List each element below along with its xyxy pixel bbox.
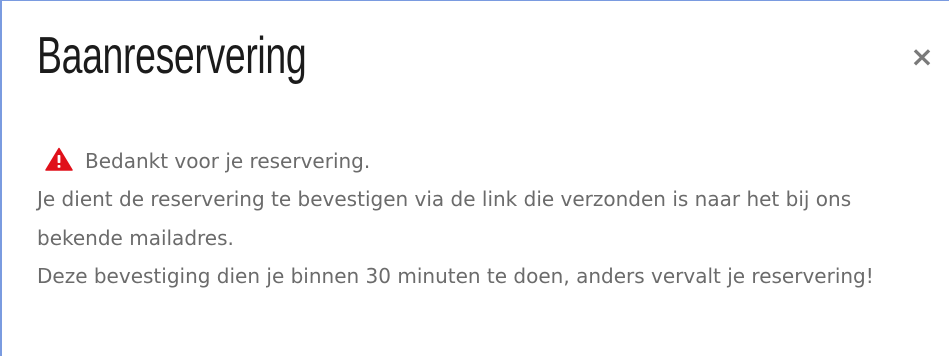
message-thanks-text: Bedankt voor je reservering. [85, 149, 371, 173]
warning-triangle-icon [45, 147, 73, 171]
dialog-message: Bedankt voor je reservering. Je dient de… [37, 142, 937, 296]
reservation-dialog: Baanreservering × Bedankt voor je reserv… [0, 0, 949, 356]
dialog-title: Baanreservering [37, 27, 307, 85]
message-line-thanks: Bedankt voor je reservering. [37, 142, 937, 180]
close-button[interactable]: × [902, 37, 942, 77]
message-line-confirm-link: Je dient de reservering te bevestigen vi… [37, 187, 852, 250]
message-line-deadline: Deze bevestiging dien je binnen 30 minut… [37, 264, 874, 289]
